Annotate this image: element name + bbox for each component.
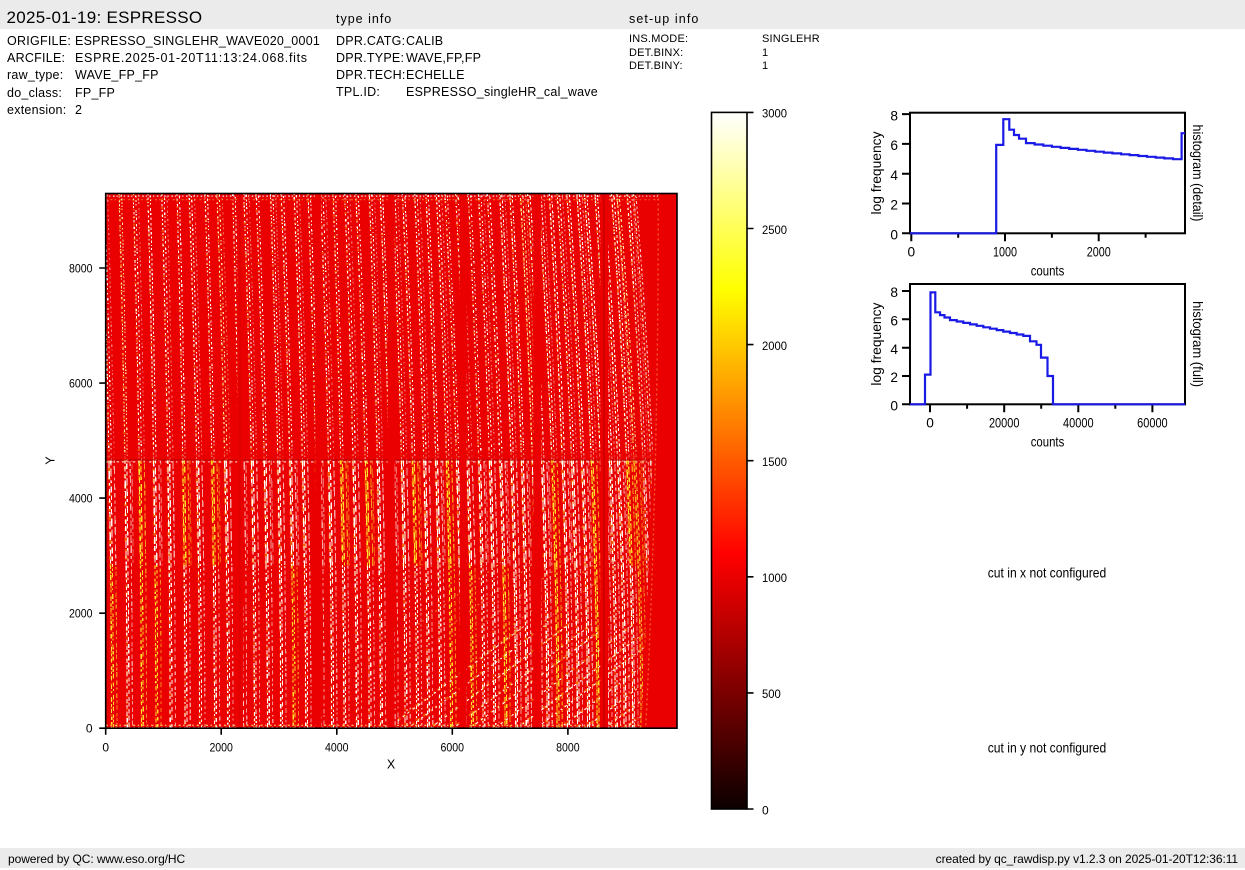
svg-text:histogram (full): histogram (full) [1190, 301, 1205, 387]
svg-text:2000: 2000 [209, 741, 233, 755]
svg-text:cut in x not configured: cut in x not configured [988, 564, 1107, 580]
svg-text:8: 8 [890, 285, 898, 300]
svg-text:2: 2 [890, 370, 898, 385]
svg-text:1500: 1500 [762, 455, 787, 469]
svg-text:1000: 1000 [762, 571, 787, 585]
svg-text:4000: 4000 [325, 741, 349, 755]
svg-text:4000: 4000 [69, 491, 93, 505]
svg-text:60000: 60000 [1137, 416, 1168, 431]
svg-text:2000: 2000 [762, 339, 787, 353]
svg-text:40000: 40000 [1063, 416, 1094, 431]
svg-text:2: 2 [890, 198, 898, 213]
svg-text:20000: 20000 [989, 416, 1020, 431]
svg-text:1000: 1000 [993, 245, 1017, 260]
svg-text:4: 4 [890, 168, 898, 183]
svg-text:3000: 3000 [762, 107, 787, 121]
svg-text:Y: Y [44, 456, 58, 465]
svg-text:0: 0 [890, 228, 898, 243]
svg-text:8000: 8000 [69, 261, 93, 275]
svg-text:log frequency: log frequency [869, 302, 884, 385]
svg-text:0: 0 [762, 803, 769, 817]
svg-text:6000: 6000 [69, 376, 93, 390]
svg-text:2000: 2000 [1087, 245, 1111, 260]
svg-text:log frequency: log frequency [869, 131, 884, 214]
svg-text:8: 8 [890, 108, 898, 123]
svg-text:cut in y not configured: cut in y not configured [988, 739, 1107, 755]
svg-text:500: 500 [762, 687, 781, 701]
svg-text:0: 0 [86, 722, 93, 736]
svg-text:6: 6 [890, 314, 898, 329]
svg-text:X: X [387, 758, 396, 772]
svg-text:0: 0 [907, 245, 915, 260]
svg-text:histogram (detail): histogram (detail) [1190, 125, 1205, 222]
svg-text:2500: 2500 [762, 223, 787, 237]
svg-text:0: 0 [890, 399, 898, 414]
svg-text:4: 4 [890, 342, 898, 357]
svg-text:counts: counts [1031, 434, 1065, 449]
svg-text:2000: 2000 [69, 607, 93, 621]
svg-text:counts: counts [1031, 263, 1065, 278]
svg-text:0: 0 [102, 741, 109, 755]
svg-text:6: 6 [890, 138, 898, 153]
svg-text:8000: 8000 [556, 741, 580, 755]
svg-text:6000: 6000 [441, 741, 465, 755]
svg-text:0: 0 [926, 416, 934, 431]
